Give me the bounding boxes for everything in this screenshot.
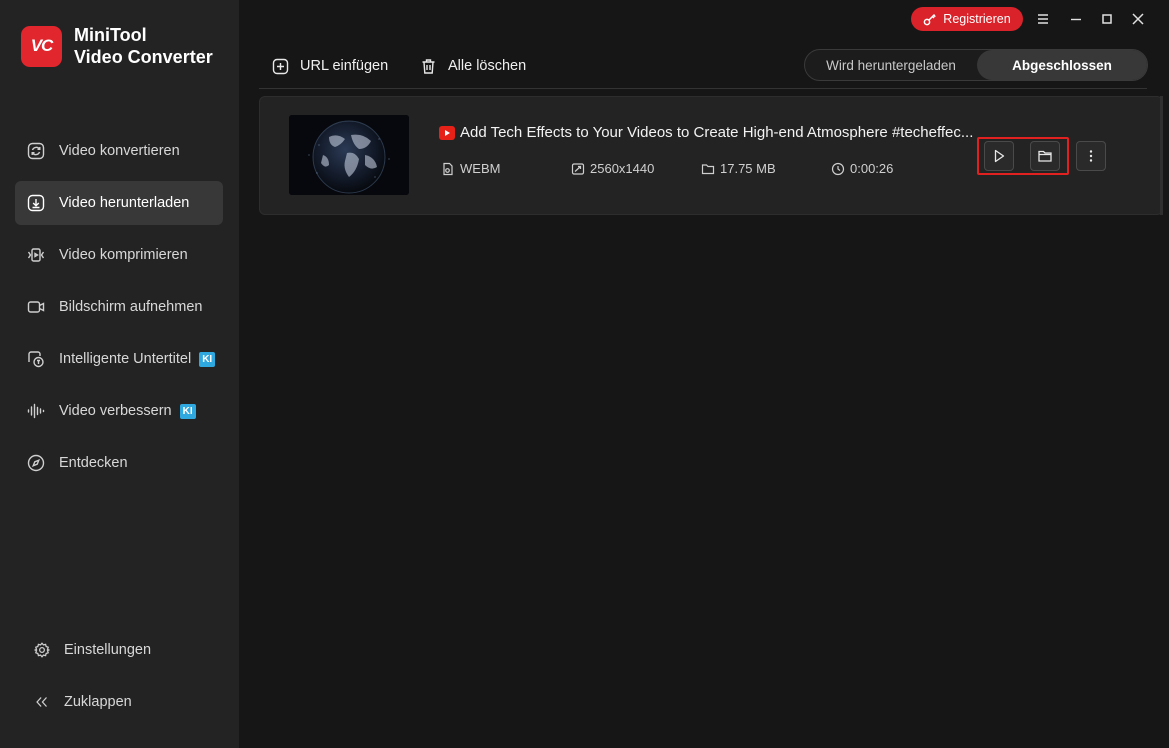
close-button[interactable]: [1127, 8, 1149, 30]
collapse-button[interactable]: Zuklappen: [22, 682, 222, 722]
minimize-button[interactable]: [1065, 8, 1087, 30]
resolution-value: 2560x1440: [590, 161, 655, 176]
menu-button[interactable]: [1032, 8, 1054, 30]
download-item-card[interactable]: Add Tech Effects to Your Videos to Creat…: [259, 96, 1163, 215]
double-chevron-left-icon: [36, 697, 47, 707]
maximize-button[interactable]: [1096, 8, 1118, 30]
app-name-line2: Video Converter: [74, 47, 213, 67]
duration-value: 0:00:26: [850, 161, 894, 176]
sidebar-item-bildschirm-aufnehmen[interactable]: Bildschirm aufnehmen: [15, 285, 223, 329]
youtube-icon: [439, 125, 455, 140]
sidebar-item-label: Intelligente Untertitel: [59, 351, 192, 367]
sidebar-item-label: Entdecken: [59, 455, 128, 471]
video-title-text: Add Tech Effects to Your Videos to Creat…: [460, 124, 974, 141]
gear-icon: [33, 642, 51, 658]
sidebar-item-label: Bildschirm aufnehmen: [59, 299, 203, 315]
sidebar-item-video-konvertieren[interactable]: Video konvertieren: [15, 129, 223, 173]
hamburger-menu-icon: [1038, 14, 1048, 24]
trash-icon: [422, 58, 435, 74]
play-icon: [994, 149, 1005, 163]
toolbar-divider: [259, 88, 1147, 89]
video-duration: 0:00:26: [831, 161, 893, 176]
resolution-icon: [571, 162, 585, 175]
paste-url-button[interactable]: URL einfügen: [272, 55, 388, 77]
video-thumbnail[interactable]: [289, 115, 409, 195]
play-button[interactable]: [984, 141, 1014, 171]
sidebar-item-intelligente-untertitel[interactable]: Intelligente Untertitel KI: [15, 337, 223, 381]
convert-icon: [27, 142, 45, 160]
tab-downloading[interactable]: Wird heruntergeladen: [805, 50, 977, 80]
compress-icon: [27, 248, 45, 262]
app-logo: VC: [21, 25, 62, 67]
settings-label: Einstellungen: [64, 642, 152, 658]
more-options-button[interactable]: [1076, 141, 1106, 171]
maximize-icon: [1102, 14, 1112, 24]
folder-icon: [701, 163, 715, 174]
register-button[interactable]: Registrieren: [911, 7, 1023, 31]
sidebar-item-label: Video komprimieren: [59, 247, 188, 263]
enhance-icon: [27, 403, 45, 419]
delete-all-label: Alle löschen: [448, 58, 527, 74]
folder-icon: [1038, 150, 1052, 162]
paste-url-label: URL einfügen: [300, 58, 389, 74]
sidebar-item-video-verbessern[interactable]: Video verbessern KI: [15, 389, 223, 433]
collapse-label: Zuklappen: [64, 694, 132, 710]
video-size: 17.75 MB: [701, 161, 776, 176]
ki-badge: KI: [199, 351, 216, 367]
video-resolution: 2560x1440: [571, 161, 654, 176]
open-folder-button[interactable]: [1030, 141, 1060, 171]
compass-icon: [27, 454, 45, 472]
sidebar-item-label: Video konvertieren: [59, 143, 180, 159]
video-title: Add Tech Effects to Your Videos to Creat…: [439, 124, 999, 141]
clock-icon: [831, 162, 845, 175]
minimize-icon: [1071, 18, 1081, 21]
app-name: MiniTool Video Converter: [74, 24, 213, 68]
more-vertical-icon: [1089, 150, 1093, 162]
sidebar-bottom: Einstellungen Zuklappen: [22, 630, 222, 722]
app-window: VC MiniTool Video Converter Video konver…: [0, 0, 1169, 748]
brand: VC MiniTool Video Converter: [21, 24, 213, 68]
scrollbar[interactable]: [1160, 96, 1163, 215]
sidebar: VC MiniTool Video Converter Video konver…: [0, 0, 239, 748]
sidebar-item-label: Video verbessern: [59, 403, 172, 419]
sidebar-item-video-komprimieren[interactable]: Video komprimieren: [15, 233, 223, 277]
settings-button[interactable]: Einstellungen: [22, 630, 222, 670]
add-box-icon: [272, 58, 289, 74]
delete-all-button[interactable]: Alle löschen: [420, 55, 526, 77]
ki-badge: KI: [179, 403, 196, 419]
format-value: WEBM: [460, 161, 501, 176]
register-label: Registrieren: [943, 12, 1011, 26]
subtitle-icon: [28, 351, 44, 368]
earth-image: [289, 115, 409, 195]
sidebar-item-label: Video herunterladen: [59, 195, 190, 211]
app-name-line1: MiniTool: [74, 25, 147, 45]
close-icon: [1132, 13, 1144, 25]
download-status-tabs: Wird heruntergeladen Abgeschlossen: [804, 49, 1148, 81]
sidebar-nav: Video konvertieren Video herunterladen V…: [15, 129, 223, 493]
sidebar-item-video-herunterladen[interactable]: Video herunterladen: [15, 181, 223, 225]
download-icon: [27, 194, 45, 212]
file-format-icon: [443, 162, 453, 175]
size-value: 17.75 MB: [720, 161, 776, 176]
key-icon: [923, 13, 937, 26]
tab-completed[interactable]: Abgeschlossen: [977, 50, 1147, 80]
video-format: WEBM: [441, 161, 500, 176]
screen-record-icon: [27, 301, 45, 313]
sidebar-item-entdecken[interactable]: Entdecken: [15, 441, 223, 485]
